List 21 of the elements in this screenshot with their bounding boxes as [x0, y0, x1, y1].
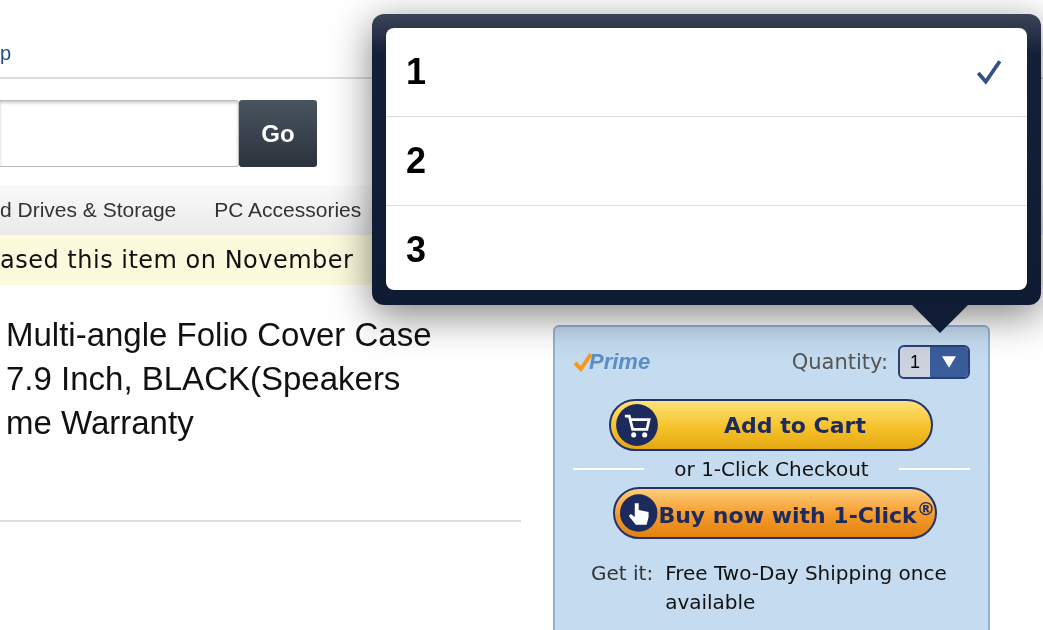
quantity-option[interactable]: 1 [386, 28, 1027, 117]
product-title: 7.9 Inch, BLACK(Speakers [5, 359, 402, 399]
category-link[interactable]: PC Accessories [214, 198, 362, 222]
get-it-label: Get it: [591, 560, 654, 587]
nav-link[interactable]: p [0, 42, 12, 65]
pointing-hand-icon [619, 491, 659, 535]
category-link[interactable]: d Drives & Storage [0, 198, 177, 222]
buy-now-button[interactable]: Buy now with 1-Click$^{®}$ [613, 487, 937, 539]
product-title: Multi-angle Folio Cover Case [5, 315, 433, 355]
one-click-divider-text: or 1-Click Checkout [674, 457, 869, 481]
prime-logo: Prime [573, 349, 651, 375]
product-title: me Warranty [5, 403, 195, 443]
shipping-info: Free Two-Day Shipping once available [665, 560, 948, 616]
quantity-label: Quantity: [791, 350, 888, 374]
quantity-option[interactable]: 2 [386, 117, 1027, 206]
quantity-select[interactable]: 1 [898, 345, 970, 379]
add-to-cart-button[interactable]: Add to Cart [609, 399, 933, 451]
caret-icon [942, 356, 956, 368]
cart-icon [615, 403, 659, 447]
popover-pointer [910, 303, 970, 333]
go-button[interactable]: Go [239, 100, 317, 167]
